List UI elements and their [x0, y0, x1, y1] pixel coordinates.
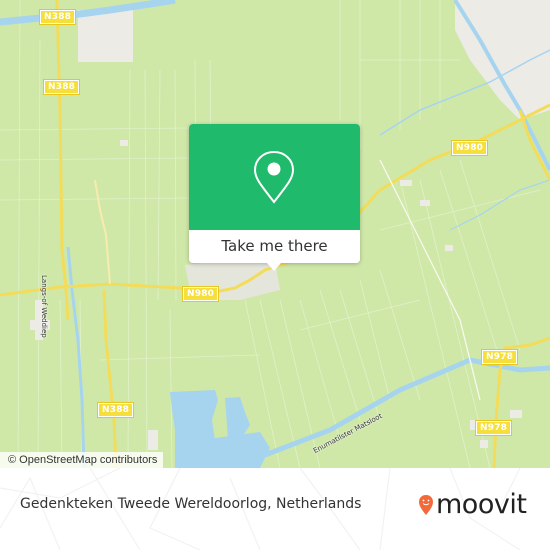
- road-shield-n978: N978: [474, 420, 513, 436]
- map-attribution[interactable]: © OpenStreetMap contributors: [0, 452, 164, 468]
- popup-pointer: [267, 263, 281, 271]
- footer-bar: Gedenkteken Tweede Wereldoorlog, Netherl…: [0, 468, 550, 550]
- moovit-logo[interactable]: moovit: [418, 489, 527, 520]
- road-shield-n388: N388: [96, 402, 135, 418]
- map-view[interactable]: N388 N388 N388 N980 N980 N978 N978 Langs…: [0, 0, 550, 468]
- road-shield-n980: N980: [181, 286, 220, 302]
- waterway-label: Langs-of Weddiep: [40, 275, 48, 338]
- popup-header: [189, 124, 360, 230]
- road-shield-n978: N978: [480, 349, 519, 365]
- location-pin-icon: [253, 150, 295, 204]
- place-name: Gedenkteken Tweede Wereldoorlog, Netherl…: [20, 496, 362, 512]
- moovit-wordmark: moovit: [436, 489, 527, 520]
- road-shield-n388: N388: [42, 79, 81, 95]
- moovit-pin-icon: [419, 495, 433, 515]
- road-shield-n388: N388: [38, 9, 77, 25]
- take-me-there-button[interactable]: Take me there: [189, 230, 360, 263]
- road-shield-n980: N980: [450, 140, 489, 156]
- location-popup: Take me there: [189, 124, 360, 271]
